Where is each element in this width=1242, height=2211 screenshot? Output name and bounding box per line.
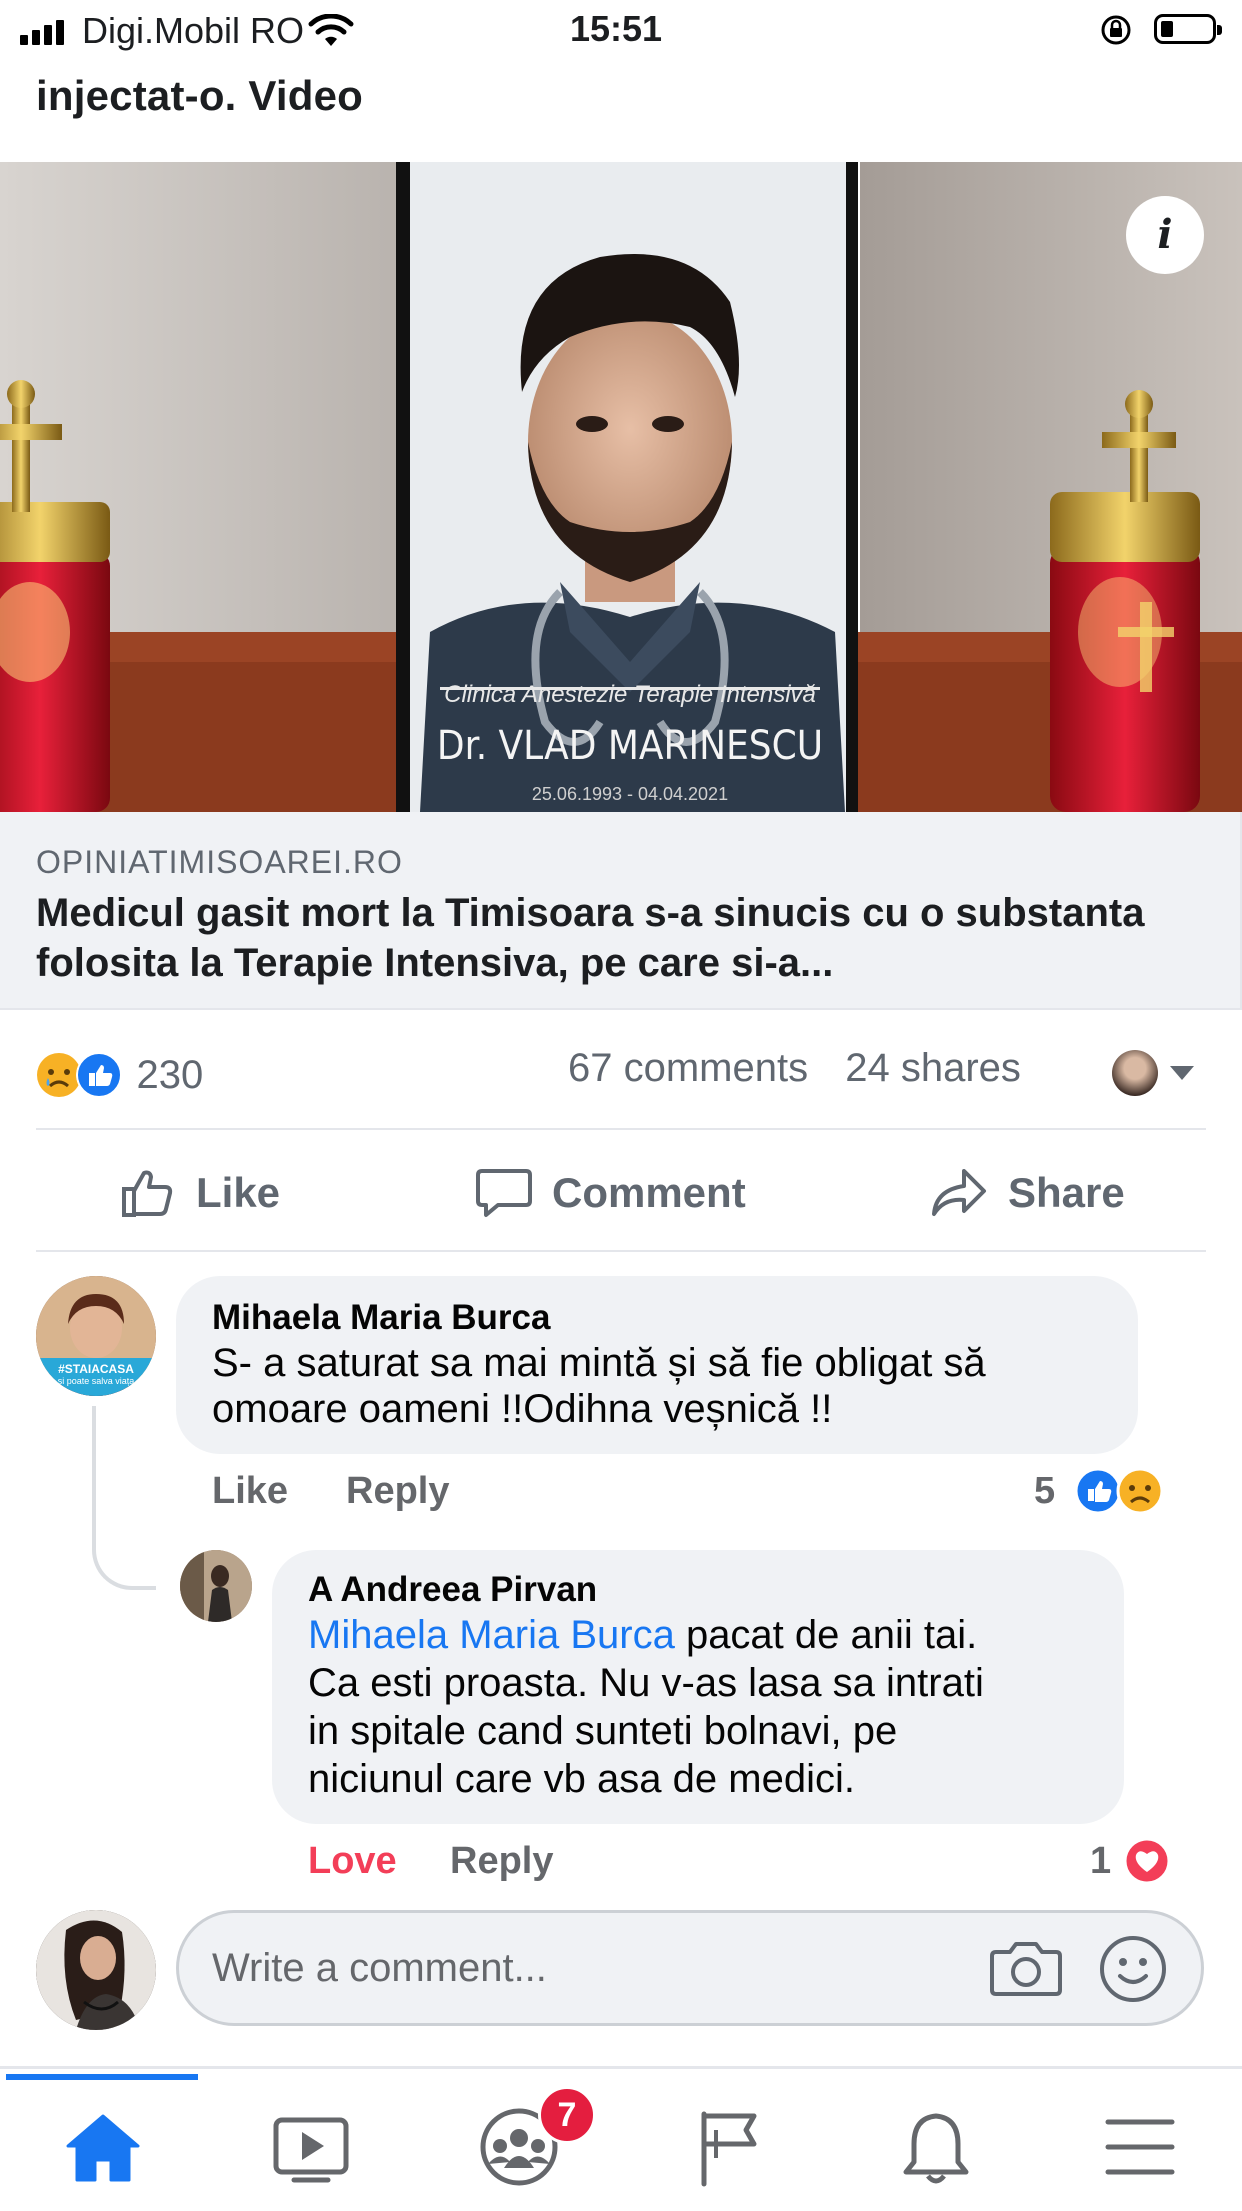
reply-bubble: A Andreea Pirvan Mihaela Maria Burca pac…: [272, 1550, 1124, 1824]
link-domain: OPINIATIMISOAREI.RO: [36, 844, 403, 880]
image-caption-dates: 25.06.1993 - 04.04.2021: [532, 784, 728, 804]
image-caption-clinic: Clinica Anestezie Terapie Intensivă: [444, 681, 816, 708]
active-tab-indicator: [6, 2074, 198, 2080]
mention-link[interactable]: Mihaela Maria Burca: [308, 1613, 675, 1657]
battery-icon: [1154, 14, 1222, 44]
clock: 15:51: [570, 8, 663, 49]
current-user-avatar[interactable]: [36, 1910, 156, 2030]
comment-love-button[interactable]: Love: [308, 1840, 397, 1883]
divider: [36, 1250, 1206, 1252]
reaction-count: 230: [136, 1052, 204, 1097]
signal-icon: [20, 20, 68, 45]
notification-badge: 7: [538, 2086, 596, 2144]
carrier-name: Digi.Mobil RO: [82, 10, 305, 51]
post-actions: Like Comment Share: [0, 1156, 1242, 1230]
share-button[interactable]: Share: [930, 1156, 1125, 1230]
like-button[interactable]: Like: [120, 1156, 280, 1230]
sad-reaction-icon: [1116, 1467, 1164, 1515]
bottom-tab-bar: [0, 2066, 1242, 2211]
comment-reaction-count[interactable]: 1: [1090, 1840, 1111, 1883]
comment-text-line: omoare oameni !!Odihna veșnică !!: [212, 1387, 833, 1431]
comment-text-line: Ca esti proasta. Nu v-as lasa sa intrati: [308, 1661, 984, 1705]
pages-flag-icon[interactable]: [696, 2108, 762, 2188]
comment-reaction-count[interactable]: 5: [1034, 1470, 1055, 1513]
avatar[interactable]: [180, 1550, 252, 1622]
comment-author[interactable]: Mihaela Maria Burca: [212, 1298, 550, 1338]
shares-count[interactable]: 24 shares: [845, 1046, 1021, 1090]
comment-bubble: Mihaela Maria Burca S- a saturat sa mai …: [176, 1276, 1138, 1454]
status-bar: Digi.Mobil RO 15:51: [0, 0, 1242, 62]
image-caption-name: Dr. VLAD MARINESCU: [437, 723, 823, 769]
comment-reply-button[interactable]: Reply: [346, 1470, 449, 1513]
avatar[interactable]: #STAIACASA și poate salva viața: [36, 1276, 156, 1396]
reaction-summary[interactable]: 230: [36, 1052, 203, 1100]
comment-bubble-icon: [476, 1169, 532, 1217]
viewer-avatar[interactable]: [1112, 1050, 1158, 1096]
reply-thread-line: [92, 1406, 156, 1590]
love-reaction-icon[interactable]: [1122, 1836, 1172, 1886]
comment-author[interactable]: A Andreea Pirvan: [308, 1570, 597, 1610]
comment-button[interactable]: Comment: [476, 1156, 746, 1230]
avatar-badge: #STAIACASA: [58, 1362, 134, 1376]
comments-count[interactable]: 67 comments: [568, 1046, 808, 1090]
comment-text-line: Mihaela Maria Burca pacat de anii tai.: [308, 1613, 978, 1657]
post-image[interactable]: Clinica Anestezie Terapie Intensivă Dr. …: [0, 162, 1242, 812]
emoji-icon[interactable]: [1098, 1934, 1168, 2004]
post-headline[interactable]: injectat-o. Video: [36, 72, 363, 120]
comment-text-line: S- a saturat sa mai mintă și să fie obli…: [212, 1341, 986, 1385]
comment-text-line: niciunul care vb asa de medici.: [308, 1757, 855, 1801]
avatar-badge-sub: și poate salva viața: [57, 1376, 135, 1386]
chevron-down-icon[interactable]: [1170, 1066, 1194, 1080]
comment-text-line: in spitale cand sunteti bolnavi, pe: [308, 1709, 898, 1753]
engagement-counts: 67 comments 24 shares: [568, 1046, 1021, 1091]
camera-icon[interactable]: [990, 1936, 1062, 2000]
like-reaction-icon: [76, 1052, 122, 1098]
link-title[interactable]: Medicul gasit mort la Timisoara s-a sinu…: [36, 888, 1216, 988]
wifi-icon: [308, 14, 354, 46]
menu-hamburger-icon[interactable]: [1104, 2116, 1176, 2178]
divider: [36, 1128, 1206, 1130]
notifications-bell-icon[interactable]: [900, 2110, 972, 2188]
comment-like-button[interactable]: Like: [212, 1470, 288, 1513]
thumbs-up-icon: [122, 1170, 173, 1217]
comment-input-placeholder: Write a comment...: [212, 1946, 547, 1990]
share-arrow-icon: [932, 1169, 986, 1216]
info-icon[interactable]: i: [1126, 196, 1204, 274]
comment-reply-button[interactable]: Reply: [450, 1840, 553, 1883]
home-icon[interactable]: [64, 2112, 142, 2184]
comment-reactions[interactable]: [1074, 1466, 1172, 1516]
rotation-lock-icon: [1101, 15, 1131, 45]
video-icon[interactable]: [272, 2112, 350, 2184]
